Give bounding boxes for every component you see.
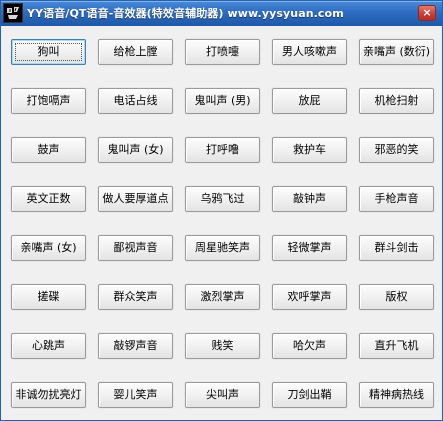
app-window: YY语音/QT语音-音效器(特效音辅助器) www.yysyuan.com × … [0, 0, 443, 421]
sound-button[interactable]: 尖叫声 [185, 382, 260, 408]
sound-button[interactable]: 机枪扫射 [359, 88, 434, 114]
sound-button[interactable]: 群斗剑击 [359, 235, 434, 261]
sound-button[interactable]: 敲锣声音 [98, 333, 173, 359]
title-bar[interactable]: YY语音/QT语音-音效器(特效音辅助器) www.yysyuan.com × [1, 1, 442, 26]
sound-button[interactable]: 鬼叫声 (女) [98, 137, 173, 163]
sound-button[interactable]: 非诚勿扰亮灯 [11, 382, 86, 408]
sound-button[interactable]: 直升飞机 [359, 333, 434, 359]
sound-button[interactable]: 做人要厚道点 [98, 186, 173, 212]
sound-button[interactable]: 手枪声音 [359, 186, 434, 212]
sound-button[interactable]: 男人咳嗽声 [272, 39, 347, 65]
sound-button[interactable]: 亲嘴声 (女) [11, 235, 86, 261]
sound-button[interactable]: 哈欠声 [272, 333, 347, 359]
sound-button[interactable]: 婴儿笑声 [98, 382, 173, 408]
sound-button-grid: 狗叫 给枪上膛 打喷嚏 男人咳嗽声 亲嘴声 (数衍) 打饱嗝声 电话占线 鬼叫声 (男) 放屁机… [2, 26, 441, 420]
close-button[interactable]: × [418, 5, 436, 21]
sound-button[interactable]: 救护车 [272, 137, 347, 163]
sound-button[interactable]: 放屁 [272, 88, 347, 114]
sound-button[interactable]: 乌鸦飞过 [185, 186, 260, 212]
sound-button[interactable]: 精神病热线 [359, 382, 434, 408]
sound-button[interactable]: 打饱嗝声 [11, 88, 86, 114]
sound-button[interactable]: 群众笑声 [98, 284, 173, 310]
sound-button[interactable]: 轻微掌声 [272, 235, 347, 261]
sound-button[interactable]: 电话占线 [98, 88, 173, 114]
sound-button[interactable]: 版权 [359, 284, 434, 310]
sound-button[interactable]: 给枪上膛 [98, 39, 173, 65]
sound-button[interactable]: 英文正数 [11, 186, 86, 212]
sound-button[interactable]: 欢呼掌声 [272, 284, 347, 310]
sound-button[interactable]: 鼓声 [11, 137, 86, 163]
sound-button[interactable]: 搓碟 [11, 284, 86, 310]
sound-button[interactable]: 打呼噜 [185, 137, 260, 163]
sound-button[interactable]: 贱笑 [185, 333, 260, 359]
sound-button[interactable]: 邪恶的笑 [359, 137, 434, 163]
sound-button[interactable]: 周星驰笑声 [185, 235, 260, 261]
sound-button[interactable]: 亲嘴声 (数衍) [359, 39, 434, 65]
sound-button[interactable]: 刀剑出鞘 [272, 382, 347, 408]
sound-button[interactable]: 鬼叫声 (男) [185, 88, 260, 114]
sound-button[interactable]: 心跳声 [11, 333, 86, 359]
sound-button[interactable]: 鄙视声音 [98, 235, 173, 261]
app-logo-icon[interactable] [3, 3, 23, 23]
sound-button[interactable]: 敲钟声 [272, 186, 347, 212]
sound-button[interactable]: 狗叫 [11, 39, 86, 65]
sound-button[interactable]: 激烈掌声 [185, 284, 260, 310]
window-title: YY语音/QT语音-音效器(特效音辅助器) www.yysyuan.com [27, 7, 344, 20]
sound-button[interactable]: 打喷嚏 [185, 39, 260, 65]
